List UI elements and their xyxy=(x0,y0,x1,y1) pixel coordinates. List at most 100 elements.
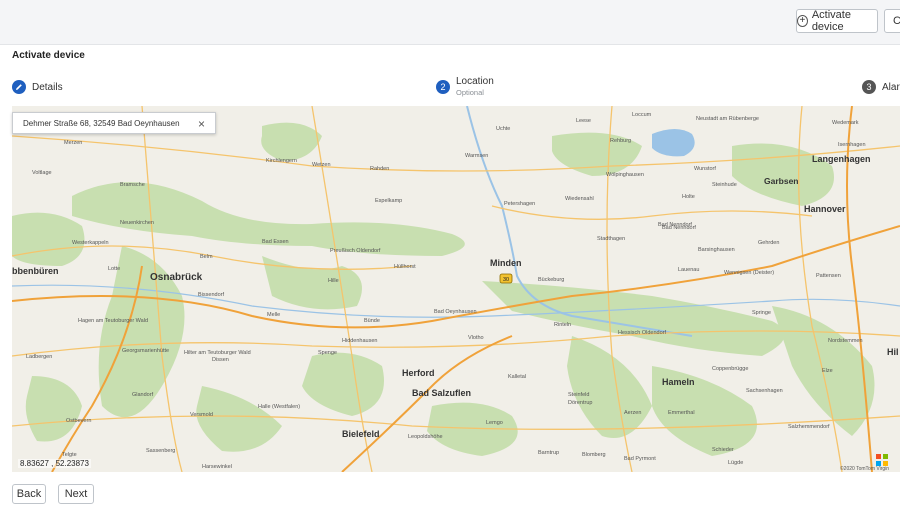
map-copyright: ©2020 TomTom Virgin xyxy=(840,466,890,472)
town-label: Steinfeld xyxy=(568,392,589,398)
microsoft-logo-icon xyxy=(876,454,888,466)
town-label: Nordstemmen xyxy=(828,338,863,344)
town-label: Emmerthal xyxy=(668,410,695,416)
town-label: Isernhagen xyxy=(838,142,866,148)
town-label: Lemgo xyxy=(486,420,503,426)
pencil-icon xyxy=(12,80,26,94)
secondary-toolbar-label: C xyxy=(893,15,900,27)
town-label: Vlotho xyxy=(468,335,484,341)
address-search-chip[interactable]: Dehmer Straße 68, 32549 Bad Oeynhausen × xyxy=(12,112,216,134)
town-label: Petershagen xyxy=(504,201,535,207)
map-canvas[interactable]: Langenhagen Garbsen Hannover Osnabrück b… xyxy=(12,106,900,472)
town-label: Espelkamp xyxy=(375,198,402,204)
town-label: Hiddenhausen xyxy=(342,338,377,344)
next-button[interactable]: Next xyxy=(58,484,94,504)
town-label: Preußisch Oldendorf xyxy=(330,248,381,254)
city-label: Garbsen xyxy=(764,176,799,186)
city-label: Bielefeld xyxy=(342,429,380,439)
city-label: Langenhagen xyxy=(812,154,871,164)
secondary-toolbar-button[interactable]: C xyxy=(884,9,900,33)
map-view[interactable]: Langenhagen Garbsen Hannover Osnabrück b… xyxy=(12,106,900,472)
town-label: Neustadt am Rübenberge xyxy=(696,116,759,122)
town-label: Ostbevern xyxy=(66,418,91,424)
back-button[interactable]: Back xyxy=(12,484,46,504)
town-label: Wiedensahl xyxy=(565,196,594,202)
town-label: Versmold xyxy=(190,412,213,418)
town-label: Rahden xyxy=(370,166,389,172)
location-marker[interactable]: 30 xyxy=(499,273,513,284)
step-location[interactable]: 2 Location Optional xyxy=(436,76,494,97)
town-label: Lügde xyxy=(728,460,743,466)
step-details-label: Details xyxy=(32,81,63,93)
top-toolbar: + Activate device C xyxy=(0,0,900,45)
town-label: Telgte xyxy=(62,452,77,458)
page-title: Activate device xyxy=(12,50,85,61)
town-label: Pattensen xyxy=(816,273,841,279)
town-label: Hille xyxy=(328,278,339,284)
town-label: Bünde xyxy=(364,318,380,324)
town-label: Coppenbrügge xyxy=(712,366,748,372)
town-label: Elze xyxy=(822,368,833,374)
town-label: Schieder xyxy=(712,447,734,453)
town-label: Merzen xyxy=(64,140,82,146)
town-label: Rehburg xyxy=(610,138,631,144)
step-details[interactable]: Details xyxy=(12,80,63,94)
town-label: Georgsmarienhütte xyxy=(122,348,169,354)
step-number-badge: 3 xyxy=(862,80,876,94)
town-label: Barntrup xyxy=(538,450,559,456)
back-label: Back xyxy=(16,488,42,500)
step-number-badge: 2 xyxy=(436,79,450,94)
town-label: Glandorf xyxy=(132,392,154,398)
town-label: Rinteln xyxy=(554,322,571,328)
town-label: Leopoldshöhe xyxy=(408,434,443,440)
next-label: Next xyxy=(64,488,88,500)
town-label: Belm xyxy=(200,254,213,260)
town-label: Lotte xyxy=(108,266,120,272)
activate-device-label: Activate device xyxy=(811,9,851,33)
town-label: Steinhude xyxy=(712,182,737,188)
town-label: Kirchlengern xyxy=(266,158,297,164)
step-alarm[interactable]: 3 Alarm xyxy=(862,80,900,94)
town-label: Voltlage xyxy=(32,170,52,176)
town-label: Salzhemmendorf xyxy=(788,424,830,430)
town-label: Wedemark xyxy=(832,120,859,126)
town-label: Hüllhorst xyxy=(394,264,416,270)
add-circle-icon: + xyxy=(797,15,808,27)
town-label: Hagen am Teutoburger Wald xyxy=(78,318,148,324)
town-label: Springe xyxy=(752,310,771,316)
town-label: Sachsenhagen xyxy=(746,388,783,394)
town-label: Bad Pyrmont xyxy=(624,456,656,462)
step-location-label: Location xyxy=(456,76,494,87)
town-label: Blomberg xyxy=(582,452,606,458)
town-label: Gehrden xyxy=(758,240,779,246)
town-label: Dissen xyxy=(212,357,229,363)
close-icon[interactable]: × xyxy=(198,117,205,131)
town-label: Aerzen xyxy=(624,410,641,416)
town-label: Bad Oeynhausen xyxy=(434,309,477,315)
town-label: Leese xyxy=(576,118,591,124)
town-label: Ladbergen xyxy=(26,354,52,360)
city-label: Osnabrück xyxy=(150,272,203,283)
town-label: Dörentrup xyxy=(568,400,592,406)
town-label: Uchte xyxy=(496,126,510,132)
step-location-sublabel: Optional xyxy=(456,88,484,97)
activate-device-button[interactable]: + Activate device xyxy=(796,9,878,33)
city-label: Hannover xyxy=(804,204,846,214)
town-label: Wölpinghausen xyxy=(606,172,644,178)
town-label: Spenge xyxy=(318,350,337,356)
address-text: Dehmer Straße 68, 32549 Bad Oeynhausen xyxy=(23,118,180,128)
town-label: Hessisch Oldendorf xyxy=(618,330,666,336)
town-label: Kalletal xyxy=(508,374,526,380)
town-label: Bramsche xyxy=(120,182,145,188)
city-label: Minden xyxy=(490,258,522,268)
town-label: Neuenkirchen xyxy=(120,220,154,226)
town-label: Bad Essen xyxy=(262,239,289,245)
step-alarm-label: Alarm xyxy=(882,81,900,93)
town-label: Wennigsen (Deister) xyxy=(724,270,774,276)
town-label: Hilter am Teutoburger Wald xyxy=(184,350,251,356)
city-label: Hameln xyxy=(662,377,695,387)
town-label: Loccum xyxy=(632,112,652,118)
town-label: Lauenau xyxy=(678,267,699,273)
coordinates-readout: 8.83627 , 52.23873 xyxy=(18,459,91,468)
city-label: Hil xyxy=(887,347,899,357)
